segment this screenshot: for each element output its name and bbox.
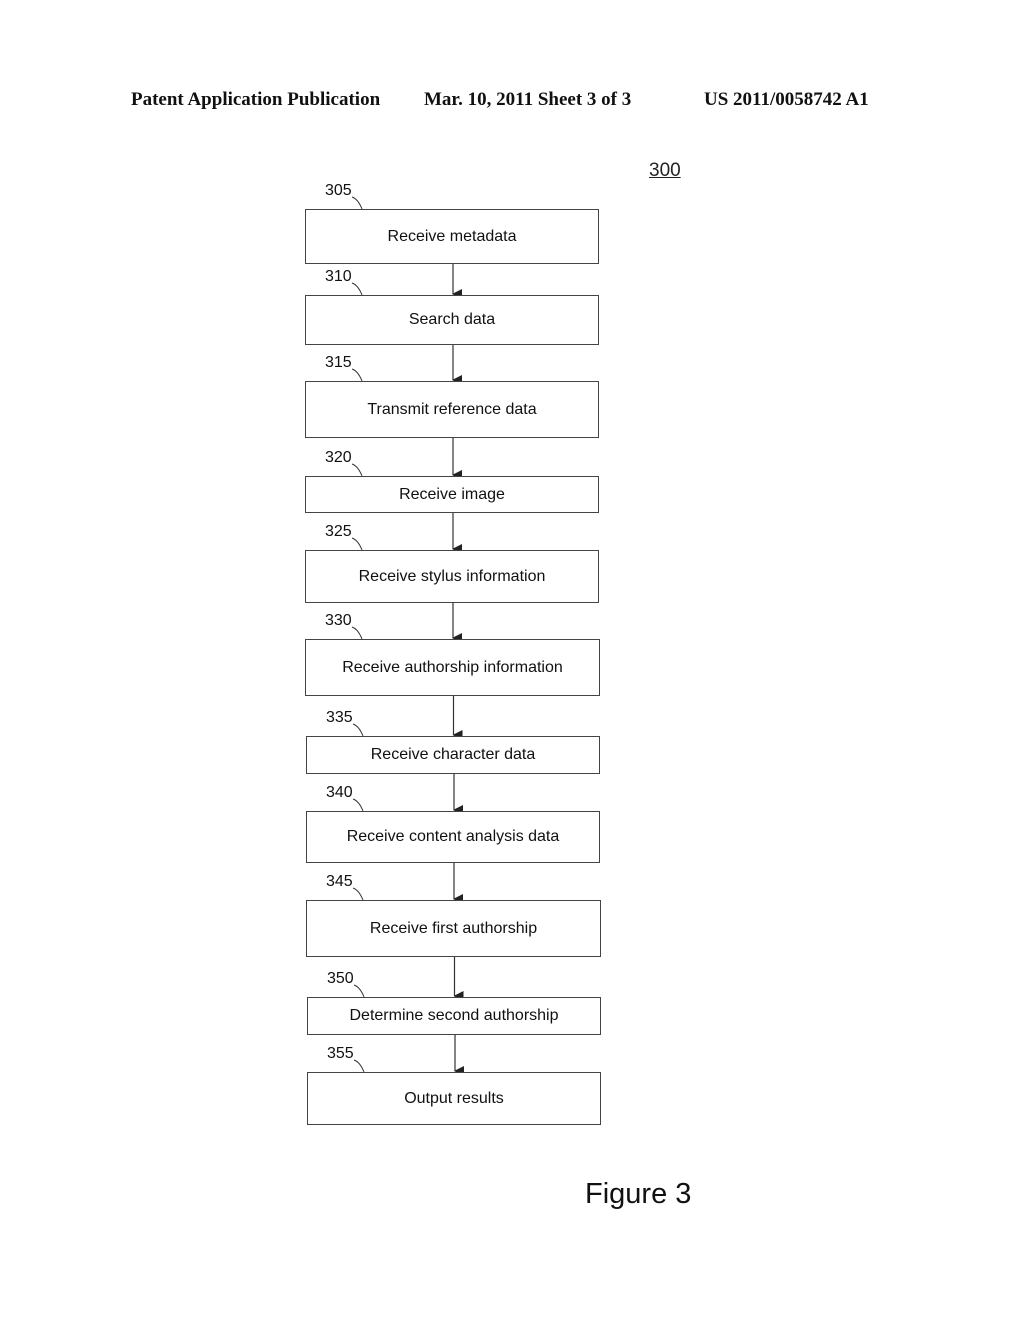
step-box-335: Receive character data: [306, 736, 600, 774]
step-box-320: Receive image: [305, 476, 599, 513]
step-label: Transmit reference data: [367, 400, 537, 418]
step-label: Receive first authorship: [369, 919, 538, 937]
step-box-350: Determine second authorship: [307, 997, 601, 1035]
step-label: Receive content analysis data: [346, 828, 560, 845]
leader-line: [351, 196, 363, 210]
step-label: Receive image: [399, 485, 505, 503]
step-label: Receive stylus information: [358, 567, 546, 585]
step-box-305: Receive metadata: [305, 209, 599, 264]
step-label: Output results: [404, 1089, 504, 1107]
leader-line: [351, 368, 363, 382]
step-ref-number: 310: [325, 268, 352, 285]
step-ref-number: 320: [325, 449, 352, 466]
step-box-340: Receive content analysis data: [306, 811, 600, 863]
step-label: Determine second authorship: [349, 1007, 559, 1024]
step-label: Receive metadata: [387, 227, 517, 245]
step-ref-number: 350: [327, 970, 354, 987]
leader-line: [353, 1059, 365, 1073]
step-box-325: Receive stylus information: [305, 550, 599, 603]
step-ref-number: 315: [325, 354, 352, 371]
step-ref-number: 345: [326, 873, 353, 890]
step-ref-number: 340: [326, 784, 353, 801]
step-box-345: Receive first authorship: [306, 900, 601, 957]
leader-line: [352, 887, 364, 901]
leader-line: [352, 798, 364, 812]
step-ref-number: 330: [325, 612, 352, 629]
leader-line: [351, 626, 363, 640]
step-box-310: Search data: [305, 295, 599, 345]
step-ref-number: 325: [325, 523, 352, 540]
step-box-330: Receive authorship information: [305, 639, 600, 696]
step-box-315: Transmit reference data: [305, 381, 599, 438]
step-label: Receive authorship information: [342, 658, 563, 676]
leader-line: [351, 282, 363, 296]
leader-line: [351, 463, 363, 477]
leader-line: [352, 723, 364, 737]
figure-caption: Figure 3: [585, 1178, 692, 1210]
step-ref-number: 355: [327, 1045, 354, 1062]
step-box-355: Output results: [307, 1072, 601, 1125]
step-ref-number: 305: [325, 182, 352, 199]
step-label: Receive character data: [370, 746, 536, 763]
leader-line: [351, 537, 363, 551]
step-label: Search data: [408, 311, 496, 328]
leader-line: [353, 984, 365, 998]
step-ref-number: 335: [326, 709, 353, 726]
